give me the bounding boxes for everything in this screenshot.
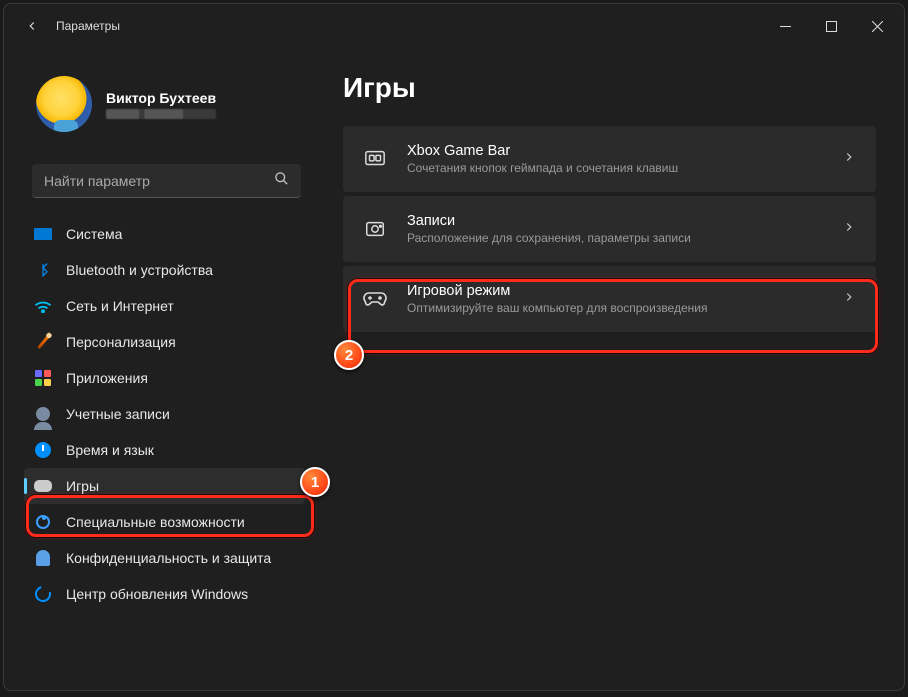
system-icon — [34, 225, 52, 243]
captures-icon — [363, 217, 387, 241]
profile-name: Виктор Бухтеев — [106, 90, 216, 106]
nav-label: Игры — [66, 478, 99, 494]
titlebar: Параметры — [4, 4, 904, 48]
nav-label: Конфиденциальность и защита — [66, 550, 271, 566]
nav-gaming[interactable]: Игры — [24, 468, 305, 504]
card-subtitle: Расположение для сохранения, параметры з… — [407, 231, 842, 245]
nav-label: Bluetooth и устройства — [66, 262, 213, 278]
nav-windows-update[interactable]: Центр обновления Windows — [24, 576, 305, 612]
nav-accounts[interactable]: Учетные записи — [24, 396, 305, 432]
settings-window: Параметры Виктор Бухтеев — [3, 3, 905, 691]
window-title: Параметры — [56, 19, 120, 33]
game-bar-icon — [363, 147, 387, 171]
bluetooth-icon — [34, 261, 52, 279]
profile-block[interactable]: Виктор Бухтеев — [18, 48, 311, 150]
nav-label: Сеть и Интернет — [66, 298, 174, 314]
nav-bluetooth[interactable]: Bluetooth и устройства — [24, 252, 305, 288]
nav-label: Время и язык — [66, 442, 154, 458]
profile-email — [106, 109, 216, 119]
wifi-icon — [34, 297, 52, 315]
nav-list: Система Bluetooth и устройства Сеть и Ин… — [18, 216, 311, 612]
content-area: Виктор Бухтеев Система — [4, 48, 904, 690]
clock-icon — [34, 441, 52, 459]
nav-label: Учетные записи — [66, 406, 170, 422]
card-texts: Записи Расположение для сохранения, пара… — [407, 213, 842, 245]
nav-label: Приложения — [66, 370, 148, 386]
search-box[interactable] — [32, 164, 301, 198]
window-controls — [762, 10, 900, 42]
card-title: Игровой режим — [407, 283, 842, 299]
chevron-right-icon — [842, 150, 856, 169]
game-mode-icon — [363, 287, 387, 311]
nav-personalization[interactable]: Персонализация — [24, 324, 305, 360]
nav-privacy[interactable]: Конфиденциальность и защита — [24, 540, 305, 576]
search-icon — [274, 171, 289, 191]
nav-label: Центр обновления Windows — [66, 586, 248, 602]
accessibility-icon — [34, 513, 52, 531]
nav-label: Система — [66, 226, 122, 242]
chevron-right-icon — [842, 220, 856, 239]
card-xbox-game-bar[interactable]: Xbox Game Bar Сочетания кнопок геймпада … — [343, 126, 876, 192]
nav-network[interactable]: Сеть и Интернет — [24, 288, 305, 324]
sidebar: Виктор Бухтеев Система — [4, 48, 319, 690]
apps-icon — [34, 369, 52, 387]
nav-label: Специальные возможности — [66, 514, 245, 530]
avatar — [36, 76, 92, 132]
main-panel: Игры Xbox Game Bar Сочетания кнопок гейм… — [319, 48, 904, 690]
card-subtitle: Сочетания кнопок геймпада и сочетания кл… — [407, 161, 842, 175]
close-button[interactable] — [854, 10, 900, 42]
shield-icon — [34, 549, 52, 567]
page-title: Игры — [343, 72, 876, 104]
minimize-button[interactable] — [762, 10, 808, 42]
nav-system[interactable]: Система — [24, 216, 305, 252]
nav-apps[interactable]: Приложения — [24, 360, 305, 396]
gamepad-icon — [34, 477, 52, 495]
card-texts: Игровой режим Оптимизируйте ваш компьюте… — [407, 283, 842, 315]
profile-texts: Виктор Бухтеев — [106, 90, 216, 119]
card-subtitle: Оптимизируйте ваш компьютер для воспроиз… — [407, 301, 842, 315]
card-title: Xbox Game Bar — [407, 143, 842, 159]
card-texts: Xbox Game Bar Сочетания кнопок геймпада … — [407, 143, 842, 175]
back-button[interactable] — [18, 12, 46, 40]
search-input[interactable] — [44, 173, 274, 189]
nav-accessibility[interactable]: Специальные возможности — [24, 504, 305, 540]
nav-label: Персонализация — [66, 334, 176, 350]
card-title: Записи — [407, 213, 842, 229]
brush-icon — [34, 333, 52, 351]
accounts-icon — [34, 405, 52, 423]
card-captures[interactable]: Записи Расположение для сохранения, пара… — [343, 196, 876, 262]
update-icon — [34, 585, 52, 603]
chevron-right-icon — [842, 290, 856, 309]
nav-time-language[interactable]: Время и язык — [24, 432, 305, 468]
card-game-mode[interactable]: Игровой режим Оптимизируйте ваш компьюте… — [343, 266, 876, 332]
maximize-button[interactable] — [808, 10, 854, 42]
